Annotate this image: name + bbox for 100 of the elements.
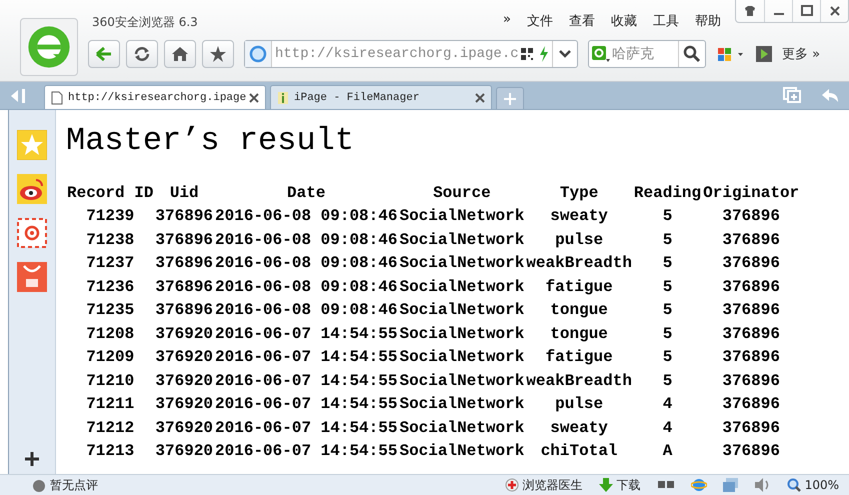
- table-cell-text: 71213: [85, 441, 136, 462]
- browser-tab[interactable]: http://ksiresearchorg.ipage: [44, 85, 266, 109]
- table-cell-text: 376920: [154, 347, 214, 368]
- table-cell-text: 376896: [721, 347, 781, 368]
- menu-item[interactable]: 工具: [653, 12, 679, 30]
- apps-icon[interactable]: [718, 46, 744, 62]
- address-text: http://ksiresearchorg.ipage.c: [275, 46, 518, 62]
- table-cell-text: 376920: [154, 441, 214, 462]
- table-cell-text: chiTotal: [540, 441, 619, 462]
- table-cell-text: weakBreadth: [525, 253, 633, 274]
- table-cell-text: SocialNetwork: [398, 394, 526, 416]
- add-icon[interactable]: [25, 452, 39, 466]
- zoom-level[interactable]: 100%: [804, 478, 839, 492]
- sidebar-toggle-icon[interactable]: [10, 89, 26, 103]
- table-cell-text: 71238: [85, 230, 136, 251]
- table-cell-text: 5: [662, 276, 674, 298]
- address-bar[interactable]: http://ksiresearchorg.ipage.c: [244, 40, 578, 68]
- zoom-icon[interactable]: [786, 478, 801, 492]
- table-cell-text: weakBreadth: [525, 370, 633, 392]
- table-cell-text: 2016-06-08 09:08:46: [214, 253, 398, 274]
- table-cell-text: 376896: [721, 370, 781, 392]
- table-cell-text: 376896: [721, 441, 781, 462]
- table-cell-text: 2016-06-08 09:08:46: [214, 230, 398, 251]
- eye-icon[interactable]: [17, 174, 47, 204]
- tab-label: iPage - FileManager: [294, 92, 420, 104]
- table-cell-text: SocialNetwork: [398, 441, 526, 462]
- table-cell-text: 376896: [721, 206, 781, 228]
- table-cell-text: A: [662, 441, 674, 462]
- table-cell-text: 5: [662, 324, 674, 345]
- info-icon: [277, 90, 289, 104]
- qr-code-icon[interactable]: [521, 48, 533, 60]
- table-cell-text: tongue: [549, 300, 609, 322]
- table-cell-text: 376896: [721, 253, 781, 274]
- table-cell-text: 2016-06-07 14:54:55: [214, 324, 398, 345]
- table-cell-text: 4: [662, 394, 674, 416]
- column-header: Record ID: [66, 182, 154, 204]
- table-cell-text: 376920: [154, 324, 214, 345]
- table-cell-text: 376896: [721, 394, 781, 416]
- table-cell-text: 71212: [85, 418, 136, 439]
- window-icon[interactable]: [722, 478, 739, 492]
- table-cell-text: 5: [662, 370, 674, 392]
- table-cell-text: 2016-06-07 14:54:55: [214, 394, 398, 416]
- table-cell-text: 376896: [721, 324, 781, 345]
- table-cell-text: 2016-06-08 09:08:46: [214, 276, 398, 298]
- lightning-icon[interactable]: [539, 46, 549, 62]
- table-cell-text: 71210: [85, 370, 136, 392]
- table-cell-text: SocialNetwork: [398, 276, 526, 298]
- table-cell-text: 2016-06-08 09:08:46: [214, 206, 398, 228]
- table-cell-text: SocialNetwork: [398, 347, 526, 368]
- browser-tab[interactable]: iPage - FileManager: [270, 85, 492, 109]
- close-tab-icon[interactable]: [475, 92, 485, 102]
- table-cell-text: 376896: [154, 276, 214, 298]
- table-cell-text: 5: [662, 253, 674, 274]
- table-cell-text: SocialNetwork: [398, 253, 526, 274]
- table-cell-text: fatigue: [544, 347, 614, 368]
- new-tab-icon[interactable]: [496, 87, 524, 109]
- table-cell-text: 376920: [154, 394, 214, 416]
- table-cell-text: 71236: [85, 276, 136, 298]
- menu-item[interactable]: »: [503, 12, 511, 30]
- menu-item[interactable]: 文件: [527, 12, 553, 30]
- browser-logo-icon[interactable]: [20, 18, 78, 76]
- home-icon[interactable]: [164, 40, 196, 68]
- column-header: Reading: [632, 182, 702, 204]
- table-cell-text: 71211: [85, 394, 136, 416]
- search-field[interactable]: 哈萨克: [588, 40, 706, 68]
- download-arrow-icon[interactable]: [598, 478, 613, 492]
- table-cell-text: 376896: [154, 230, 214, 251]
- table-cell-text: pulse: [554, 230, 604, 251]
- close-tab-icon[interactable]: [249, 92, 260, 102]
- menu-item[interactable]: 收藏: [611, 12, 637, 30]
- rating-text[interactable]: 暂无点评: [50, 476, 98, 494]
- speaker-icon[interactable]: [754, 478, 771, 492]
- column-header: Type: [558, 182, 600, 204]
- table-cell-text: SocialNetwork: [398, 206, 526, 228]
- table-cell-text: 2016-06-07 14:54:55: [214, 418, 398, 439]
- more-button[interactable]: 更多 »: [782, 45, 820, 63]
- table-cell-text: 2016-06-07 14:54:55: [214, 370, 398, 392]
- menu-item[interactable]: 查看: [569, 12, 595, 30]
- table-cell-text: 2016-06-07 14:54:55: [214, 347, 398, 368]
- column-header: Originator: [702, 182, 800, 204]
- column-header: Date: [286, 182, 326, 204]
- video-icon[interactable]: [756, 46, 772, 62]
- table-cell-text: SocialNetwork: [398, 230, 526, 251]
- refresh-icon[interactable]: [126, 40, 158, 68]
- back-icon[interactable]: [88, 40, 120, 68]
- column-header: Source: [432, 182, 492, 204]
- table-cell-text: 5: [662, 347, 674, 368]
- search-engine-icon[interactable]: [592, 46, 610, 62]
- browser-doctor-link[interactable]: 浏览器医生: [522, 476, 583, 494]
- window-title: 360安全浏览器 6.3: [92, 14, 198, 31]
- page-icon: [51, 90, 63, 104]
- first-aid-icon[interactable]: [504, 478, 519, 492]
- star-icon[interactable]: [17, 130, 47, 160]
- table-cell-text: 2016-06-07 14:54:55: [214, 441, 398, 462]
- download-link[interactable]: 下载: [616, 476, 641, 494]
- table-cell-text: 376896: [721, 300, 781, 322]
- tab-label: http://ksiresearchorg.ipage: [68, 92, 246, 104]
- table-cell-text: tongue: [549, 324, 609, 345]
- menu-item[interactable]: 帮助: [695, 12, 721, 30]
- column-header: Uid: [168, 182, 200, 204]
